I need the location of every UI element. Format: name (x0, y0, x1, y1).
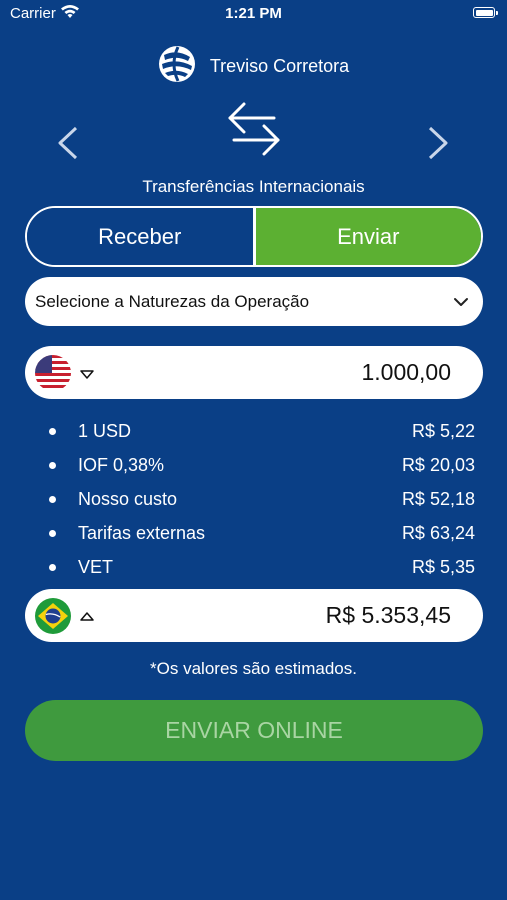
send-online-button[interactable]: ENVIAR ONLINE (25, 700, 483, 761)
rates-list: 1 USD R$ 5,22 IOF 0,38% R$ 20,03 Nosso c… (38, 414, 475, 585)
transfer-direction-segment: Receber Enviar (25, 206, 483, 267)
next-arrow-icon[interactable] (426, 126, 450, 160)
bullet-icon (49, 495, 56, 503)
list-item: Nosso custo R$ 52,18 (38, 482, 475, 516)
rate-label: IOF 0,38% (78, 454, 165, 475)
rate-value: R$ 5,35 (411, 557, 475, 578)
list-item: IOF 0,38% R$ 20,03 (38, 448, 475, 482)
estimate-note: *Os valores são estimados. (150, 659, 357, 678)
bullet-icon (49, 427, 56, 435)
target-amount-value[interactable]: R$ 5.353,45 (326, 602, 451, 629)
bullet-icon (49, 461, 56, 469)
previous-arrow-icon[interactable] (56, 126, 80, 160)
bullet-icon (49, 530, 56, 538)
bullet-icon (49, 564, 56, 572)
target-amount-field[interactable]: R$ 5.353,45 (25, 589, 483, 642)
brand-name: Treviso Corretora (209, 55, 350, 76)
rate-label: Tarifas externas (78, 523, 206, 544)
list-item: VET R$ 5,35 (38, 551, 475, 585)
clock: 1:21 PM (225, 5, 282, 22)
status-bar: Carrier 1:21 PM (0, 0, 507, 28)
battery-icon (473, 7, 498, 18)
section-title: Transferências Internacionais (142, 177, 365, 196)
caret-down-icon[interactable] (79, 367, 95, 379)
rate-value: R$ 63,24 (401, 523, 475, 544)
source-amount-field[interactable]: 1.000,00 (25, 346, 483, 399)
transfer-arrows-icon (226, 100, 282, 158)
caret-up-icon[interactable] (79, 610, 95, 622)
list-item: Tarifas externas R$ 63,24 (38, 517, 475, 551)
globe-logo-icon (158, 45, 196, 88)
brand-header: Treviso Corretora (0, 45, 507, 88)
source-amount-value[interactable]: 1.000,00 (361, 359, 451, 386)
rate-label: Nosso custo (78, 488, 178, 509)
rate-label: 1 USD (78, 420, 132, 441)
send-tab[interactable]: Enviar (255, 208, 481, 265)
operation-select[interactable]: Selecione a Naturezas da Operação (25, 277, 483, 326)
operation-select-placeholder: Selecione a Naturezas da Operação (35, 291, 310, 311)
chevron-down-icon (453, 292, 469, 312)
brazil-flag-icon[interactable] (35, 597, 71, 634)
receive-tab[interactable]: Receber (27, 208, 256, 265)
list-item: 1 USD R$ 5,22 (38, 414, 475, 448)
us-flag-icon[interactable] (35, 354, 71, 391)
rate-value: R$ 5,22 (411, 420, 475, 441)
rate-value: R$ 20,03 (401, 454, 475, 475)
rate-value: R$ 52,18 (401, 488, 475, 509)
rate-label: VET (78, 557, 114, 578)
